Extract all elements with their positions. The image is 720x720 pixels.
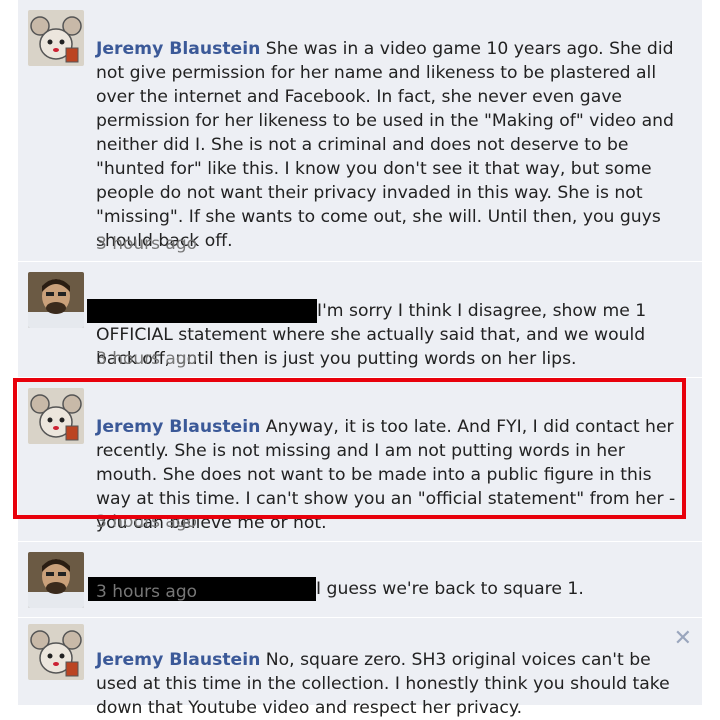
comment-body: I guess we're back to square 1. [316, 579, 584, 599]
comment-body: She was in a video game 10 years ago. Sh… [96, 39, 674, 251]
comment-timestamp[interactable]: 3 hours ago [96, 349, 197, 369]
mouse-avatar-icon[interactable] [28, 624, 84, 680]
close-icon[interactable]: ✕ [674, 626, 692, 651]
comment-item: I'm sorry I think I disagree, show me 1 … [18, 262, 702, 378]
person-avatar-icon[interactable] [28, 272, 84, 328]
redacted-author-name [87, 299, 317, 323]
highlight-annotation-box [13, 378, 686, 519]
comment-timestamp[interactable]: 3 hours ago [96, 582, 197, 602]
comment-item: Jeremy Blaustein She was in a video game… [18, 0, 702, 262]
comment-author-link[interactable]: Jeremy Blaustein [96, 39, 260, 59]
person-avatar-icon[interactable] [28, 552, 84, 608]
comment-timestamp[interactable]: 3 hours ago [96, 234, 197, 254]
comment-item: Jeremy Blaustein No, square zero. SH3 or… [18, 618, 702, 718]
comment-author-link[interactable]: Jeremy Blaustein [96, 650, 260, 670]
comment-item: I guess we're back to square 1. 3 hours … [18, 542, 702, 618]
mouse-avatar-icon[interactable] [28, 10, 84, 66]
